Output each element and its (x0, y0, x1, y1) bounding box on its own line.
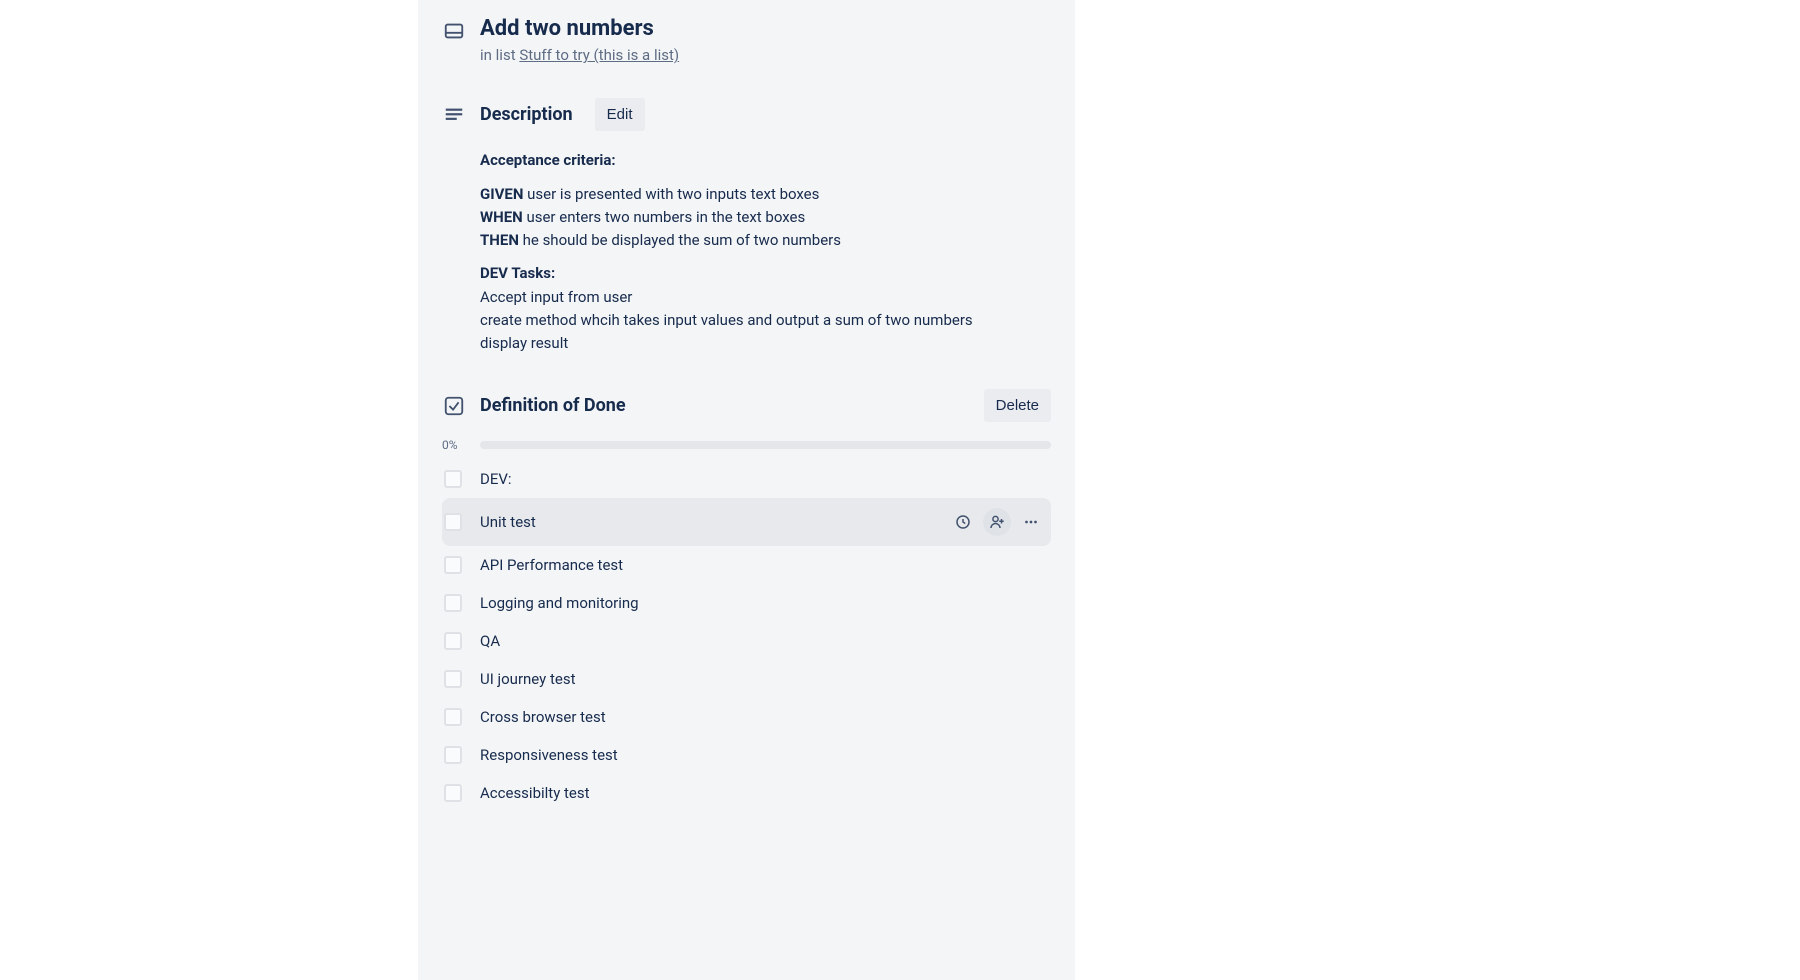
dev-tasks-text: DEV Tasks: Accept input from user create… (480, 262, 1051, 355)
edit-description-button[interactable]: Edit (595, 98, 645, 131)
checklist-item[interactable]: Unit test (442, 498, 1051, 546)
checklist-checkbox[interactable] (444, 708, 462, 726)
description-heading: Description (480, 104, 573, 125)
checklist-checkbox[interactable] (444, 746, 462, 764)
checklist-item[interactable]: Cross browser test (442, 698, 1051, 736)
checklist-checkbox[interactable] (444, 470, 462, 488)
progress-bar (480, 441, 1051, 449)
checklist-item[interactable]: Logging and monitoring (442, 584, 1051, 622)
acceptance-criteria-label: Acceptance criteria: (480, 151, 616, 169)
card-title[interactable]: Add two numbers (480, 16, 679, 42)
clock-icon (954, 513, 972, 531)
checklist-checkbox[interactable] (444, 513, 462, 531)
checklist-item[interactable]: Accessibilty test (442, 774, 1051, 812)
checklist-progress: 0% (442, 438, 1051, 452)
checklist-items: DEV: Unit test API Performance test Logging… (442, 460, 1051, 812)
checklist-item-label[interactable]: Accessibilty test (480, 784, 1045, 802)
checkbox-icon (442, 395, 466, 417)
checklist-item-label[interactable]: Responsiveness test (480, 746, 1045, 764)
description-body[interactable]: Acceptance criteria: GIVEN user is prese… (480, 149, 1051, 355)
delete-checklist-button[interactable]: Delete (984, 389, 1051, 422)
checklist-item-actions (949, 508, 1045, 536)
checklist-item-label[interactable]: DEV: (480, 470, 1045, 488)
due-date-button[interactable] (949, 508, 977, 536)
checklist-item[interactable]: API Performance test (442, 546, 1051, 584)
card-header: Add two numbers in list Stuff to try (th… (442, 12, 1051, 64)
checklist-item-label[interactable]: QA (480, 632, 1045, 650)
checklist-item[interactable]: Responsiveness test (442, 736, 1051, 774)
checklist-checkbox[interactable] (444, 632, 462, 650)
checklist-item-label[interactable]: API Performance test (480, 556, 1045, 574)
checklist-header: Definition of Done Delete (442, 389, 1051, 422)
assign-member-button[interactable] (983, 508, 1011, 536)
checklist-item[interactable]: QA (442, 622, 1051, 660)
checklist-heading: Definition of Done (480, 395, 626, 416)
checklist-item-label[interactable]: UI journey test (480, 670, 1045, 688)
acceptance-criteria-text: GIVEN user is presented with two inputs … (480, 183, 1051, 253)
more-options-button[interactable] (1017, 508, 1045, 536)
checklist-item-label[interactable]: Logging and monitoring (480, 594, 1045, 612)
assign-person-icon (988, 513, 1006, 531)
progress-percent: 0% (442, 438, 464, 452)
description-lines-icon (442, 104, 466, 126)
checklist-item[interactable]: DEV: (442, 460, 1051, 498)
checklist-item-label[interactable]: Unit test (480, 513, 931, 531)
checklist-item[interactable]: UI journey test (442, 660, 1051, 698)
checklist-checkbox[interactable] (444, 670, 462, 688)
in-list-row: in list Stuff to try (this is a list) (480, 46, 679, 64)
checklist-item-label[interactable]: Cross browser test (480, 708, 1045, 726)
card-icon (442, 16, 466, 42)
card-panel: Add two numbers in list Stuff to try (th… (418, 0, 1075, 980)
checklist-checkbox[interactable] (444, 784, 462, 802)
list-name-link[interactable]: Stuff to try (this is a list) (519, 46, 679, 64)
description-header: Description Edit (442, 98, 1051, 131)
checklist-checkbox[interactable] (444, 594, 462, 612)
checklist-section: Definition of Done Delete 0% DEV: Unit te… (442, 389, 1051, 812)
checklist-checkbox[interactable] (444, 556, 462, 574)
more-horizontal-icon (1022, 513, 1040, 531)
in-list-prefix: in list (480, 46, 519, 64)
description-section: Description Edit Acceptance criteria: GI… (442, 98, 1051, 355)
